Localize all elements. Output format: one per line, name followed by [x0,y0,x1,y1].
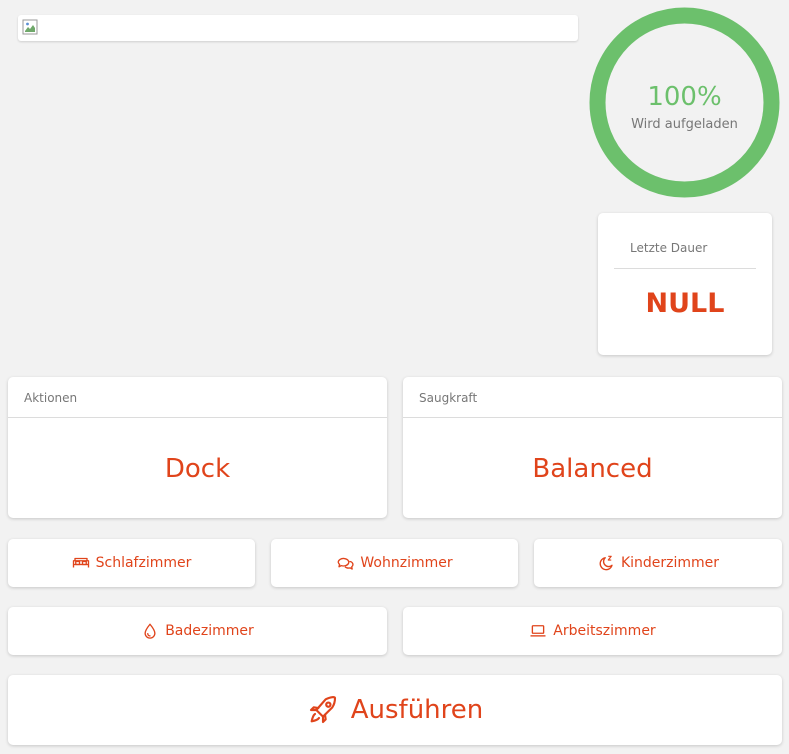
actions-select[interactable]: Aktionen Dock [8,377,387,518]
run-button[interactable]: Ausführen [8,675,782,745]
laptop-icon [530,625,546,637]
bed-icon [72,557,89,568]
moon-sleep-icon [599,555,613,571]
room-button-badezimmer[interactable]: Badezimmer [8,607,387,655]
last-duration-card: Letzte Dauer NULL [598,213,772,355]
map-image [18,15,578,41]
room-label: Kinderzimmer [620,555,720,571]
battery-gauge: 100% Wird aufgeladen [587,5,782,200]
last-duration-value: NULL [645,288,725,319]
suction-value[interactable]: Balanced [403,418,782,484]
actions-label: Aktionen [8,377,387,418]
suction-select[interactable]: Saugkraft Balanced [403,377,782,518]
room-label: Schlafzimmer [95,555,192,571]
actions-value[interactable]: Dock [8,418,387,484]
battery-status: Wird aufgeladen [631,117,738,132]
water-drop-icon [144,623,156,639]
room-button-arbeitszimmer[interactable]: Arbeitszimmer [403,607,782,655]
suction-label: Saugkraft [403,377,782,418]
chat-bubbles-icon [337,557,354,570]
broken-image-icon [22,19,38,35]
battery-percent: 100% [647,82,722,112]
vacuum-dashboard: 100% Wird aufgeladen Letzte Dauer NULL A… [0,0,789,754]
room-label: Arbeitszimmer [553,623,656,639]
room-button-schlafzimmer[interactable]: Schlafzimmer [8,539,255,587]
room-button-wohnzimmer[interactable]: Wohnzimmer [271,539,518,587]
run-label: Ausführen [350,695,484,725]
last-duration-label: Letzte Dauer [614,241,756,269]
room-button-kinderzimmer[interactable]: Kinderzimmer [534,539,782,587]
room-label: Wohnzimmer [360,555,453,571]
rocket-icon [309,696,336,724]
room-label: Badezimmer [165,623,254,639]
